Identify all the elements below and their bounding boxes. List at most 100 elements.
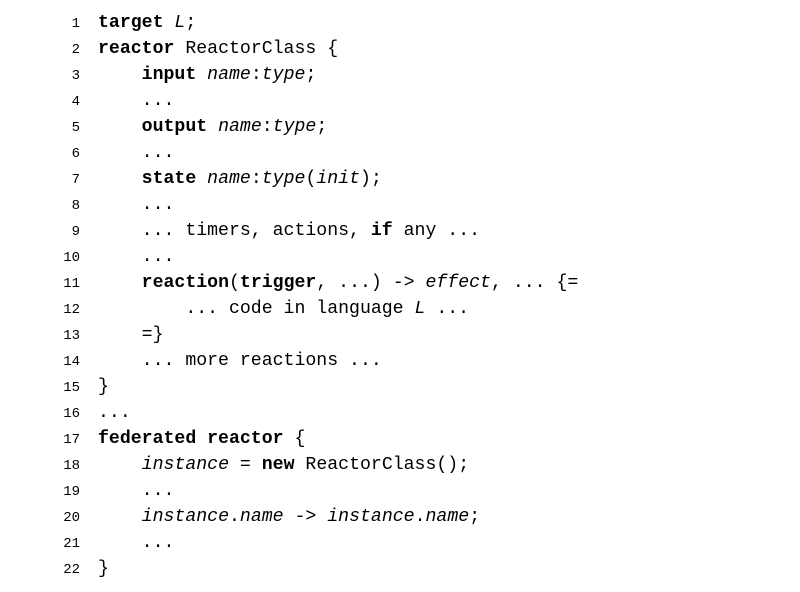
- code-line: 15}: [20, 374, 800, 400]
- code-token: L: [174, 13, 185, 33]
- code-token: ... more reactions ...: [98, 351, 382, 371]
- code-token: type: [262, 169, 306, 189]
- code-token: .: [229, 507, 240, 527]
- code-line: 12 ... code in language L ...: [20, 296, 800, 322]
- code-token: name: [426, 507, 470, 527]
- code-token: :: [262, 117, 273, 137]
- code-line: 20 instance.name -> instance.name;: [20, 504, 800, 530]
- code-token: instance: [142, 507, 229, 527]
- line-number: 14: [20, 352, 98, 372]
- code-token: {: [294, 429, 305, 449]
- line-number: 12: [20, 300, 98, 320]
- code-token: ReactorClass();: [295, 455, 470, 475]
- code-token: federated reactor: [98, 429, 294, 449]
- code-content: instance = new ReactorClass();: [98, 452, 469, 478]
- code-content: target L;: [98, 10, 196, 36]
- code-token: }: [98, 559, 109, 579]
- code-token: ;: [316, 117, 327, 137]
- code-token: instance: [142, 455, 229, 475]
- code-token: output: [142, 117, 218, 137]
- code-line: 21 ...: [20, 530, 800, 556]
- code-token: target: [98, 13, 174, 33]
- code-token: ...: [98, 195, 174, 215]
- code-line: 8 ...: [20, 192, 800, 218]
- code-token: .: [415, 507, 426, 527]
- code-line: 6 ...: [20, 140, 800, 166]
- code-token: ...: [98, 403, 131, 423]
- code-token: L: [415, 299, 426, 319]
- line-number: 2: [20, 40, 98, 60]
- code-line: 17federated reactor {: [20, 426, 800, 452]
- code-token: ...: [98, 91, 174, 111]
- code-line: 19 ...: [20, 478, 800, 504]
- code-token: name: [207, 169, 251, 189]
- line-number: 22: [20, 560, 98, 580]
- code-token: , ... {=: [491, 273, 578, 293]
- line-number: 19: [20, 482, 98, 502]
- code-content: reactor ReactorClass {: [98, 36, 338, 62]
- code-content: ...: [98, 530, 174, 556]
- line-number: 5: [20, 118, 98, 138]
- code-line: 10 ...: [20, 244, 800, 270]
- code-token: );: [360, 169, 382, 189]
- code-token: =: [229, 455, 262, 475]
- line-number: 7: [20, 170, 98, 190]
- code-line: 4 ...: [20, 88, 800, 114]
- code-line: 11 reaction(trigger, ...) -> effect, ...…: [20, 270, 800, 296]
- code-token: [98, 117, 142, 137]
- code-token: trigger: [240, 273, 316, 293]
- code-token: :: [251, 169, 262, 189]
- code-content: ... timers, actions, if any ...: [98, 218, 480, 244]
- code-token: ...: [425, 299, 469, 319]
- code-content: instance.name -> instance.name;: [98, 504, 480, 530]
- code-token: ...: [98, 247, 174, 267]
- code-token: new: [262, 455, 295, 475]
- code-token: name: [207, 65, 251, 85]
- code-token: init: [316, 169, 360, 189]
- line-number: 18: [20, 456, 98, 476]
- code-token: name: [218, 117, 262, 137]
- code-token: input: [142, 65, 208, 85]
- code-token: [98, 507, 142, 527]
- code-content: }: [98, 374, 109, 400]
- line-number: 6: [20, 144, 98, 164]
- code-content: ...: [98, 244, 174, 270]
- code-token: :: [251, 65, 262, 85]
- code-token: }: [98, 377, 109, 397]
- code-block: 1target L;2reactor ReactorClass {3 input…: [0, 0, 800, 592]
- line-number: 11: [20, 274, 98, 294]
- code-token: ;: [469, 507, 480, 527]
- code-token: , ...) ->: [316, 273, 425, 293]
- code-token: [98, 455, 142, 475]
- code-token: effect: [425, 273, 491, 293]
- code-token: ...: [98, 533, 174, 553]
- line-number: 9: [20, 222, 98, 242]
- code-token: reaction: [142, 273, 229, 293]
- code-token: type: [273, 117, 317, 137]
- code-token: ...: [98, 143, 174, 163]
- line-number: 1: [20, 14, 98, 34]
- code-content: reaction(trigger, ...) -> effect, ... {=: [98, 270, 578, 296]
- line-number: 13: [20, 326, 98, 346]
- code-line: 2reactor ReactorClass {: [20, 36, 800, 62]
- code-token: ->: [284, 507, 328, 527]
- code-token: name: [240, 507, 284, 527]
- code-content: ...: [98, 88, 174, 114]
- code-token: type: [262, 65, 306, 85]
- code-content: ...: [98, 140, 174, 166]
- code-token: ... timers, actions,: [98, 221, 371, 241]
- code-content: ...: [98, 192, 174, 218]
- code-line: 16...: [20, 400, 800, 426]
- code-token: [98, 273, 142, 293]
- code-content: federated reactor {: [98, 426, 305, 452]
- code-content: input name:type;: [98, 62, 316, 88]
- code-content: ... more reactions ...: [98, 348, 382, 374]
- code-content: ...: [98, 400, 131, 426]
- code-token: ;: [305, 65, 316, 85]
- code-line: 14 ... more reactions ...: [20, 348, 800, 374]
- code-line: 22}: [20, 556, 800, 582]
- line-number: 4: [20, 92, 98, 112]
- code-token: instance: [327, 507, 414, 527]
- code-token: any ...: [393, 221, 480, 241]
- code-line: 3 input name:type;: [20, 62, 800, 88]
